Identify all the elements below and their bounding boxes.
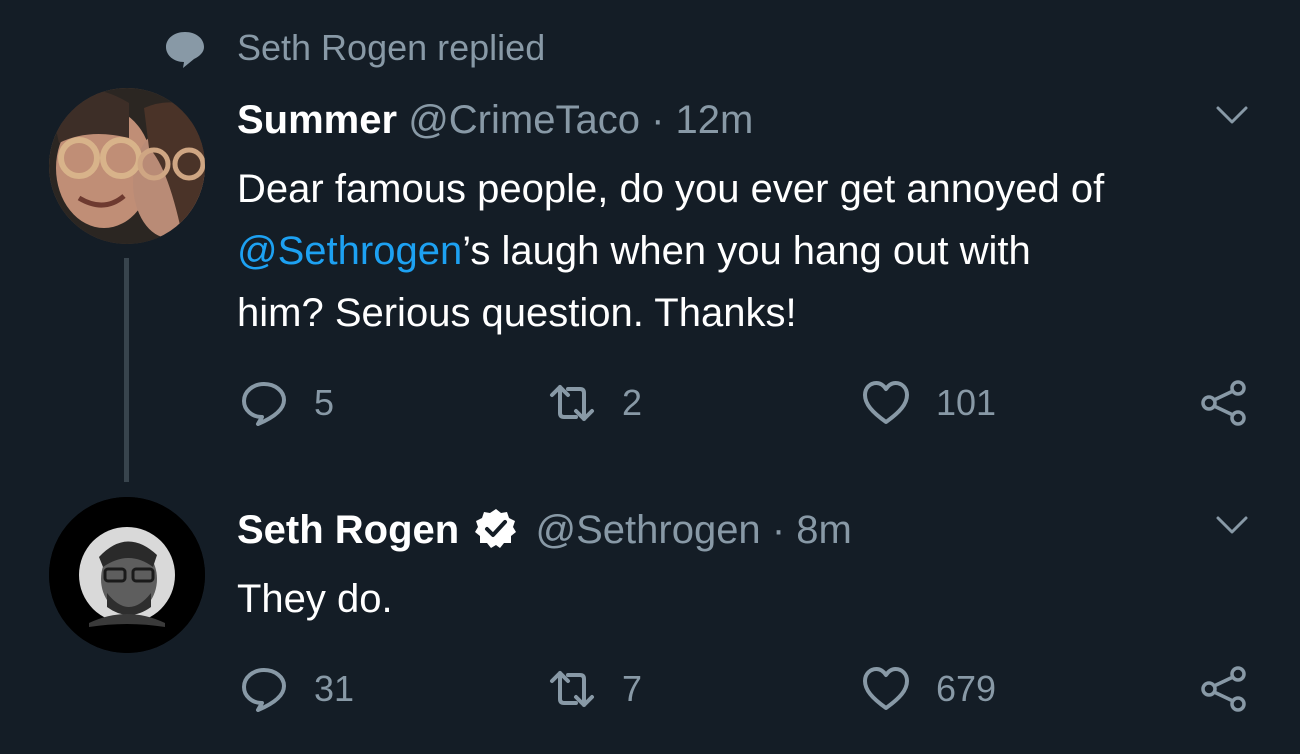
mention-link[interactable]: @Sethrogen (237, 229, 462, 273)
reply-count: 5 (314, 382, 335, 423)
separator-dot: · (771, 508, 786, 552)
user-handle[interactable]: @Sethrogen (535, 508, 760, 552)
share-button[interactable] (1200, 379, 1248, 427)
like-button[interactable]: 679 (862, 665, 996, 713)
timestamp[interactable]: 8m (796, 508, 852, 552)
tweet-text-line: @Sethrogen’s laugh when you hang out wit… (237, 220, 1277, 282)
tweet-text-fragment: ’s laugh when you hang out with (462, 229, 1031, 273)
social-context-label: Seth Rogen replied (237, 27, 546, 68)
like-count: 101 (936, 382, 997, 423)
tweet-text-line: Dear famous people, do you ever get anno… (237, 167, 1105, 211)
tweet-text-line: They do. (237, 577, 393, 621)
share-button[interactable] (1200, 665, 1248, 713)
tweet-text: Dear famous people, do you ever get anno… (237, 158, 1277, 344)
timestamp[interactable]: 12m (676, 98, 754, 142)
separator-dot: · (651, 98, 665, 142)
tweet-text: They do. (237, 568, 1277, 630)
share-icon (1201, 666, 1246, 712)
retweet-count: 7 (622, 668, 643, 709)
tweet-text-line: him? Serious question. Thanks! (237, 291, 797, 335)
chevron-down-icon[interactable] (1212, 512, 1252, 540)
tweet-header: Summer @CrimeTaco · 12m (237, 96, 753, 144)
heart-icon (863, 667, 909, 710)
avatar-photo (49, 88, 205, 244)
retweet-count: 2 (622, 382, 643, 423)
speech-bubble-icon (166, 32, 204, 68)
thread-connector-line (124, 258, 129, 482)
retweet-button[interactable]: 7 (548, 665, 642, 713)
user-handle[interactable]: @CrimeTaco (408, 98, 640, 142)
avatar-seth-rogen[interactable] (49, 497, 205, 653)
reply-button[interactable]: 5 (240, 379, 334, 427)
retweet-icon (550, 671, 594, 707)
chevron-down-icon[interactable] (1212, 102, 1252, 130)
share-icon (1201, 380, 1246, 426)
retweet-icon (550, 385, 594, 421)
like-button[interactable]: 101 (862, 379, 996, 427)
reply-icon (242, 382, 286, 426)
heart-icon (863, 381, 909, 424)
reply-icon (242, 668, 286, 712)
display-name[interactable]: Seth Rogen (237, 508, 459, 552)
reply-count: 31 (314, 668, 355, 709)
avatar-summer[interactable] (49, 88, 205, 244)
verified-badge-icon (475, 509, 517, 548)
avatar-photo (49, 497, 205, 653)
tweet-header: Seth Rogen @Sethrogen · 8m (237, 506, 852, 554)
reply-button[interactable]: 31 (240, 665, 354, 713)
retweet-button[interactable]: 2 (548, 379, 642, 427)
like-count: 679 (936, 668, 997, 709)
display-name[interactable]: Summer (237, 98, 397, 142)
